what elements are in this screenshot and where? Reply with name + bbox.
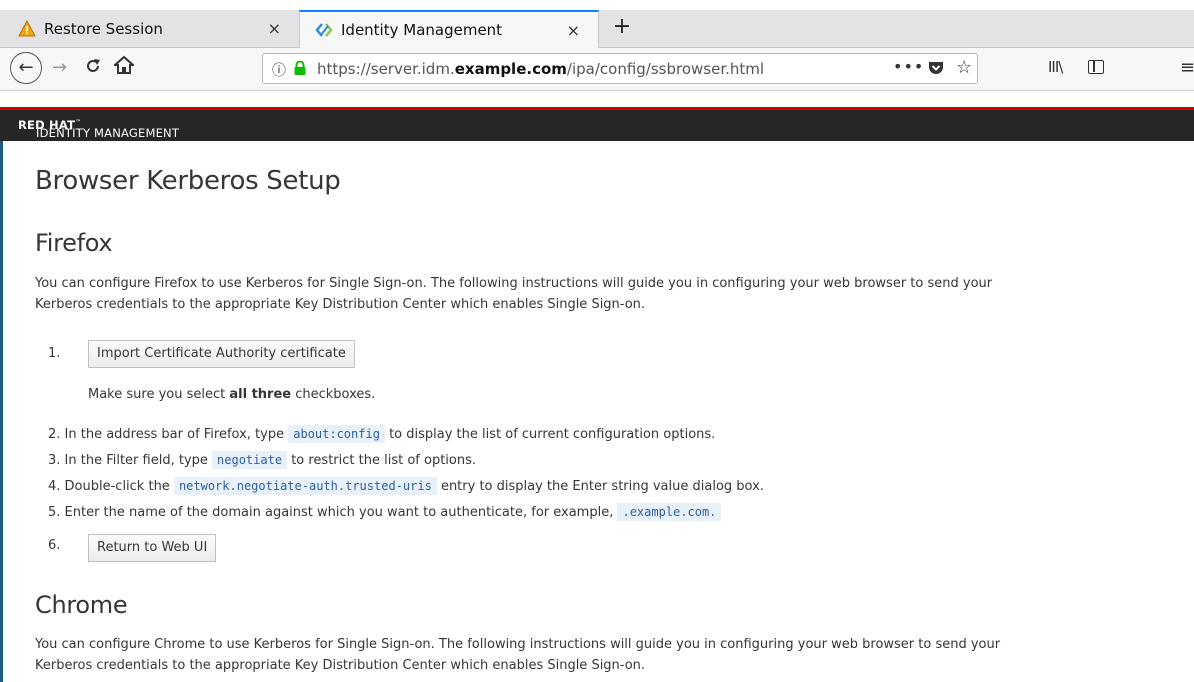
site-info-icon[interactable]: ⓘ <box>272 60 286 80</box>
code-example-domain: .example.com. <box>617 503 722 521</box>
code-trusted-uris: network.negotiate-auth.trusted-uris <box>173 477 437 495</box>
url-prefix: https://server.idm. <box>317 60 455 78</box>
step-1-number: 1. <box>48 346 61 361</box>
new-tab-button[interactable]: + <box>608 14 636 39</box>
close-tab-icon[interactable]: × <box>567 21 580 40</box>
bookmark-star-icon[interactable]: ☆ <box>956 57 972 78</box>
home-icon <box>112 55 136 74</box>
chrome-heading: Chrome <box>35 591 128 619</box>
tab-restore-session[interactable]: Restore Session × <box>0 10 299 47</box>
pocket-icon[interactable] <box>927 59 945 77</box>
tab-title: Restore Session <box>44 19 163 38</box>
reload-button[interactable] <box>84 57 102 80</box>
lock-icon <box>294 61 306 75</box>
home-button[interactable] <box>112 55 136 80</box>
warning-icon <box>18 19 36 36</box>
product-logo: RED HAT™ IDENTITY MANAGEMENT <box>18 118 180 140</box>
code-negotiate: negotiate <box>212 451 288 469</box>
reload-icon <box>87 59 100 72</box>
firefox-intro: You can configure Firefox to use Kerbero… <box>35 276 993 312</box>
sidebar-icon[interactable] <box>1088 60 1104 74</box>
navigation-bar: ← → ⓘ https://server.idm.example.com/ipa… <box>0 48 1194 91</box>
tab-identity-management[interactable]: Identity Management × <box>299 10 599 48</box>
page-actions-icon[interactable]: ••• <box>893 57 924 76</box>
hamburger-menu-icon[interactable]: ≡ <box>1180 57 1194 78</box>
address-bar[interactable]: ⓘ https://server.idm.example.com/ipa/con… <box>262 53 978 84</box>
code-about-config: about:config <box>288 425 385 443</box>
chrome-intro: You can configure Chrome to use Kerberos… <box>35 637 1001 673</box>
identity-management-icon <box>315 23 333 37</box>
select-checkboxes-note: Make sure you select all three checkboxe… <box>88 387 376 402</box>
firefox-heading: Firefox <box>35 229 113 257</box>
step-4: 4. Double-click the network.negotiate-au… <box>48 477 764 495</box>
forward-arrow-icon: → <box>52 57 68 78</box>
page-title: Browser Kerberos Setup <box>35 166 341 196</box>
product-banner: RED HAT™ IDENTITY MANAGEMENT <box>0 110 1194 141</box>
url-text[interactable]: https://server.idm.example.com/ipa/confi… <box>317 60 764 78</box>
url-domain: example.com <box>454 60 567 78</box>
back-arrow-icon: ← <box>18 57 34 78</box>
return-to-web-ui-button[interactable]: Return to Web UI <box>88 534 217 562</box>
tab-bar: Restore Session × Identity Management × … <box>0 10 1194 48</box>
tab-title: Identity Management <box>341 21 503 39</box>
top-strip <box>0 0 1194 10</box>
forward-button[interactable]: → <box>52 57 67 78</box>
close-tab-icon[interactable]: × <box>268 19 281 38</box>
url-path: /ipa/config/ssbrowser.html <box>566 60 765 78</box>
step-2: 2. In the address bar of Firefox, type a… <box>48 425 716 443</box>
back-button[interactable]: ← <box>10 52 42 84</box>
step-5: 5. Enter the name of the domain against … <box>48 503 722 521</box>
page-left-border <box>0 141 3 682</box>
step-3: 3. In the Filter field, type negotiate t… <box>48 451 477 469</box>
import-ca-certificate-button[interactable]: Import Certificate Authority certificate <box>88 340 355 368</box>
step-6-number: 6. <box>48 538 61 553</box>
library-icon[interactable]: III\ <box>1048 58 1063 76</box>
